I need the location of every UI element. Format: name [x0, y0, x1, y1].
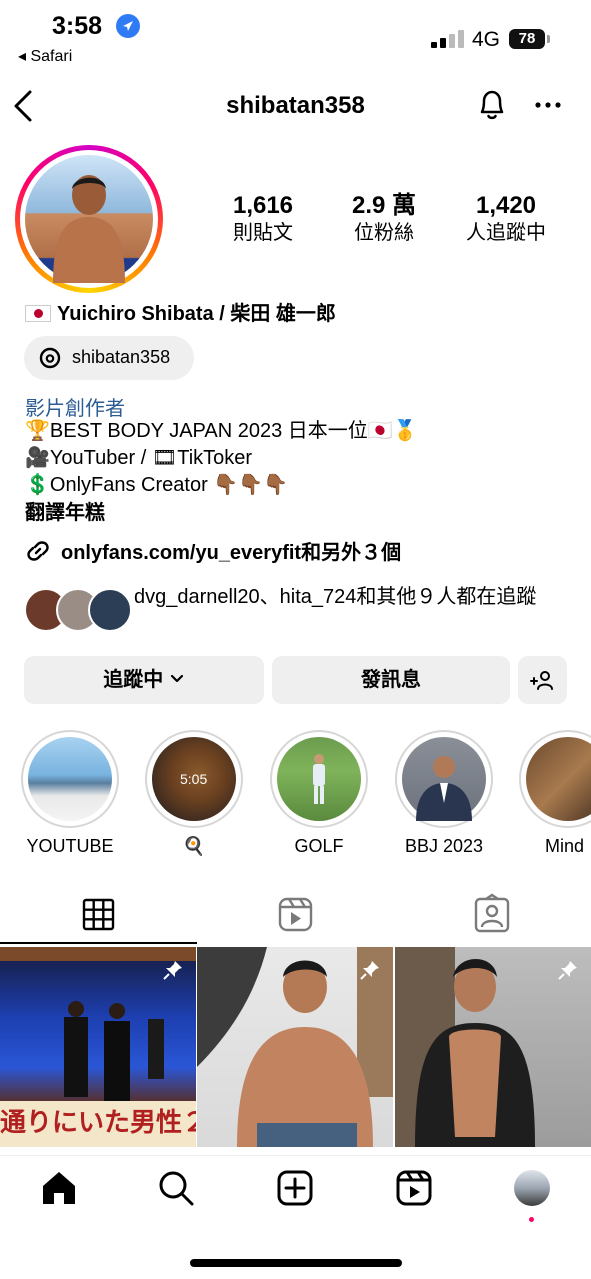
highlight-bbj-2023[interactable]: BBJ 2023 — [395, 730, 493, 857]
threads-handle: shibatan358 — [72, 347, 171, 367]
status-time: 3:58 — [52, 12, 103, 40]
profile-avatar — [25, 155, 153, 283]
followers-count-label: 位粉絲 — [354, 222, 414, 244]
battery-icon — [547, 35, 550, 43]
location-icon — [116, 14, 140, 38]
reels-icon — [278, 897, 313, 932]
tagged-icon — [474, 893, 510, 933]
following-button-label: 追蹤中 — [103, 669, 164, 691]
highlight-cooking[interactable]: 5:05 🍳 — [145, 730, 243, 857]
highlight-overlay-text: 5:05 — [180, 771, 208, 787]
japan-flag-icon — [25, 305, 51, 322]
highlight-label: GOLF — [294, 836, 344, 856]
mutual-avatar — [88, 588, 132, 632]
highlight-label: YOUTUBE — [26, 836, 114, 856]
highlight-youtube[interactable]: YOUTUBE — [21, 730, 119, 857]
profile-category: 影片創作者 — [25, 398, 125, 420]
profile-name: Yuichiro Shibata / 柴田 雄一郎 — [57, 303, 336, 325]
bell-icon[interactable] — [476, 88, 508, 122]
following-count[interactable]: 1,420 人追蹤中 — [436, 192, 576, 246]
tab-posts-grid[interactable] — [0, 893, 197, 937]
pin-icon — [360, 961, 379, 980]
external-link-text: onlyfans.com/yu_everyfit和另外３個 — [61, 542, 402, 564]
following-button[interactable]: 追蹤中 — [24, 656, 264, 704]
followers-count-value: 2.9 萬 — [351, 192, 417, 219]
post-thumbnail[interactable] — [197, 947, 393, 1147]
highlight-golf[interactable]: GOLF — [270, 730, 368, 857]
highlight-cover — [28, 737, 112, 821]
post-caption-overlay: 通りにいた男性２人 — [0, 1107, 196, 1137]
post-thumbnail[interactable]: 通りにいた男性２人 — [0, 947, 196, 1147]
posts-count-label: 則貼文 — [233, 222, 293, 244]
highlight-cover — [277, 737, 361, 821]
profile-avatar-story-ring[interactable] — [15, 145, 163, 293]
posts-count-value: 1,616 — [232, 192, 294, 219]
tab-tagged[interactable] — [394, 893, 591, 937]
grid-icon — [82, 898, 115, 931]
threads-icon — [38, 346, 62, 370]
highlight-label: 🍳 — [182, 836, 206, 856]
followers-count[interactable]: 2.9 萬 位粉絲 — [314, 192, 454, 246]
bio-line: 🏆BEST BODY JAPAN 2023 日本一位🇯🇵🥇 — [25, 420, 418, 442]
search-icon[interactable] — [156, 1168, 196, 1208]
highlight-label: BBJ 2023 — [404, 836, 484, 856]
create-icon[interactable] — [275, 1168, 315, 1208]
translate-link[interactable]: 翻譯年糕 — [25, 500, 105, 526]
post-thumbnail[interactable] — [395, 947, 591, 1147]
following-count-value: 1,420 — [475, 192, 537, 219]
active-tab-indicator — [0, 942, 197, 944]
reels-icon[interactable] — [394, 1168, 434, 1208]
profile-avatar[interactable] — [512, 1168, 552, 1222]
following-count-label: 人追蹤中 — [466, 222, 546, 244]
back-to-safari[interactable]: ◂ Safari — [18, 46, 72, 66]
highlight-cover — [526, 737, 591, 821]
highlight-mind[interactable]: Mind — [519, 730, 591, 857]
suggested-users-button[interactable] — [518, 656, 567, 704]
profile-name-row: Yuichiro Shibata / 柴田 雄一郎 — [25, 297, 336, 326]
notification-dot — [529, 1217, 534, 1222]
more-options-icon[interactable] — [532, 90, 564, 120]
mutual-followers-text: dvg_darnell20、hita_724和其他９人都在追蹤 — [134, 586, 537, 608]
status-bar: 3:58 ◂ Safari 4G 78 — [0, 0, 591, 70]
add-person-icon — [529, 671, 553, 690]
highlight-cover — [402, 737, 486, 821]
posts-count[interactable]: 1,616 則貼文 — [193, 192, 333, 246]
message-button[interactable]: 發訊息 — [272, 656, 510, 704]
home-icon[interactable] — [39, 1168, 79, 1208]
chevron-down-icon — [170, 674, 183, 683]
tab-reels[interactable] — [197, 893, 394, 937]
bio-line: 🎥YouTuber / 🎞TikToker — [25, 447, 253, 469]
threads-badge[interactable]: shibatan358 — [24, 336, 194, 380]
bio-line: 💲OnlyFans Creator 👇🏾👇🏾👇🏾 — [25, 474, 288, 496]
bottom-navigation — [0, 1155, 591, 1225]
pin-icon — [163, 961, 182, 980]
battery-level: 78 — [509, 29, 545, 49]
message-button-label: 發訊息 — [361, 669, 421, 691]
signal-icon — [431, 30, 465, 48]
network-type: 4G — [472, 28, 501, 51]
home-indicator — [190, 1259, 402, 1267]
link-icon — [25, 538, 51, 564]
mutual-followers[interactable]: dvg_darnell20、hita_724和其他９人都在追蹤 — [24, 584, 584, 638]
pin-icon — [558, 961, 577, 980]
highlight-label: Mind — [545, 836, 585, 856]
highlight-cover: 5:05 — [152, 737, 236, 821]
profile-header: shibatan358 — [0, 80, 591, 132]
